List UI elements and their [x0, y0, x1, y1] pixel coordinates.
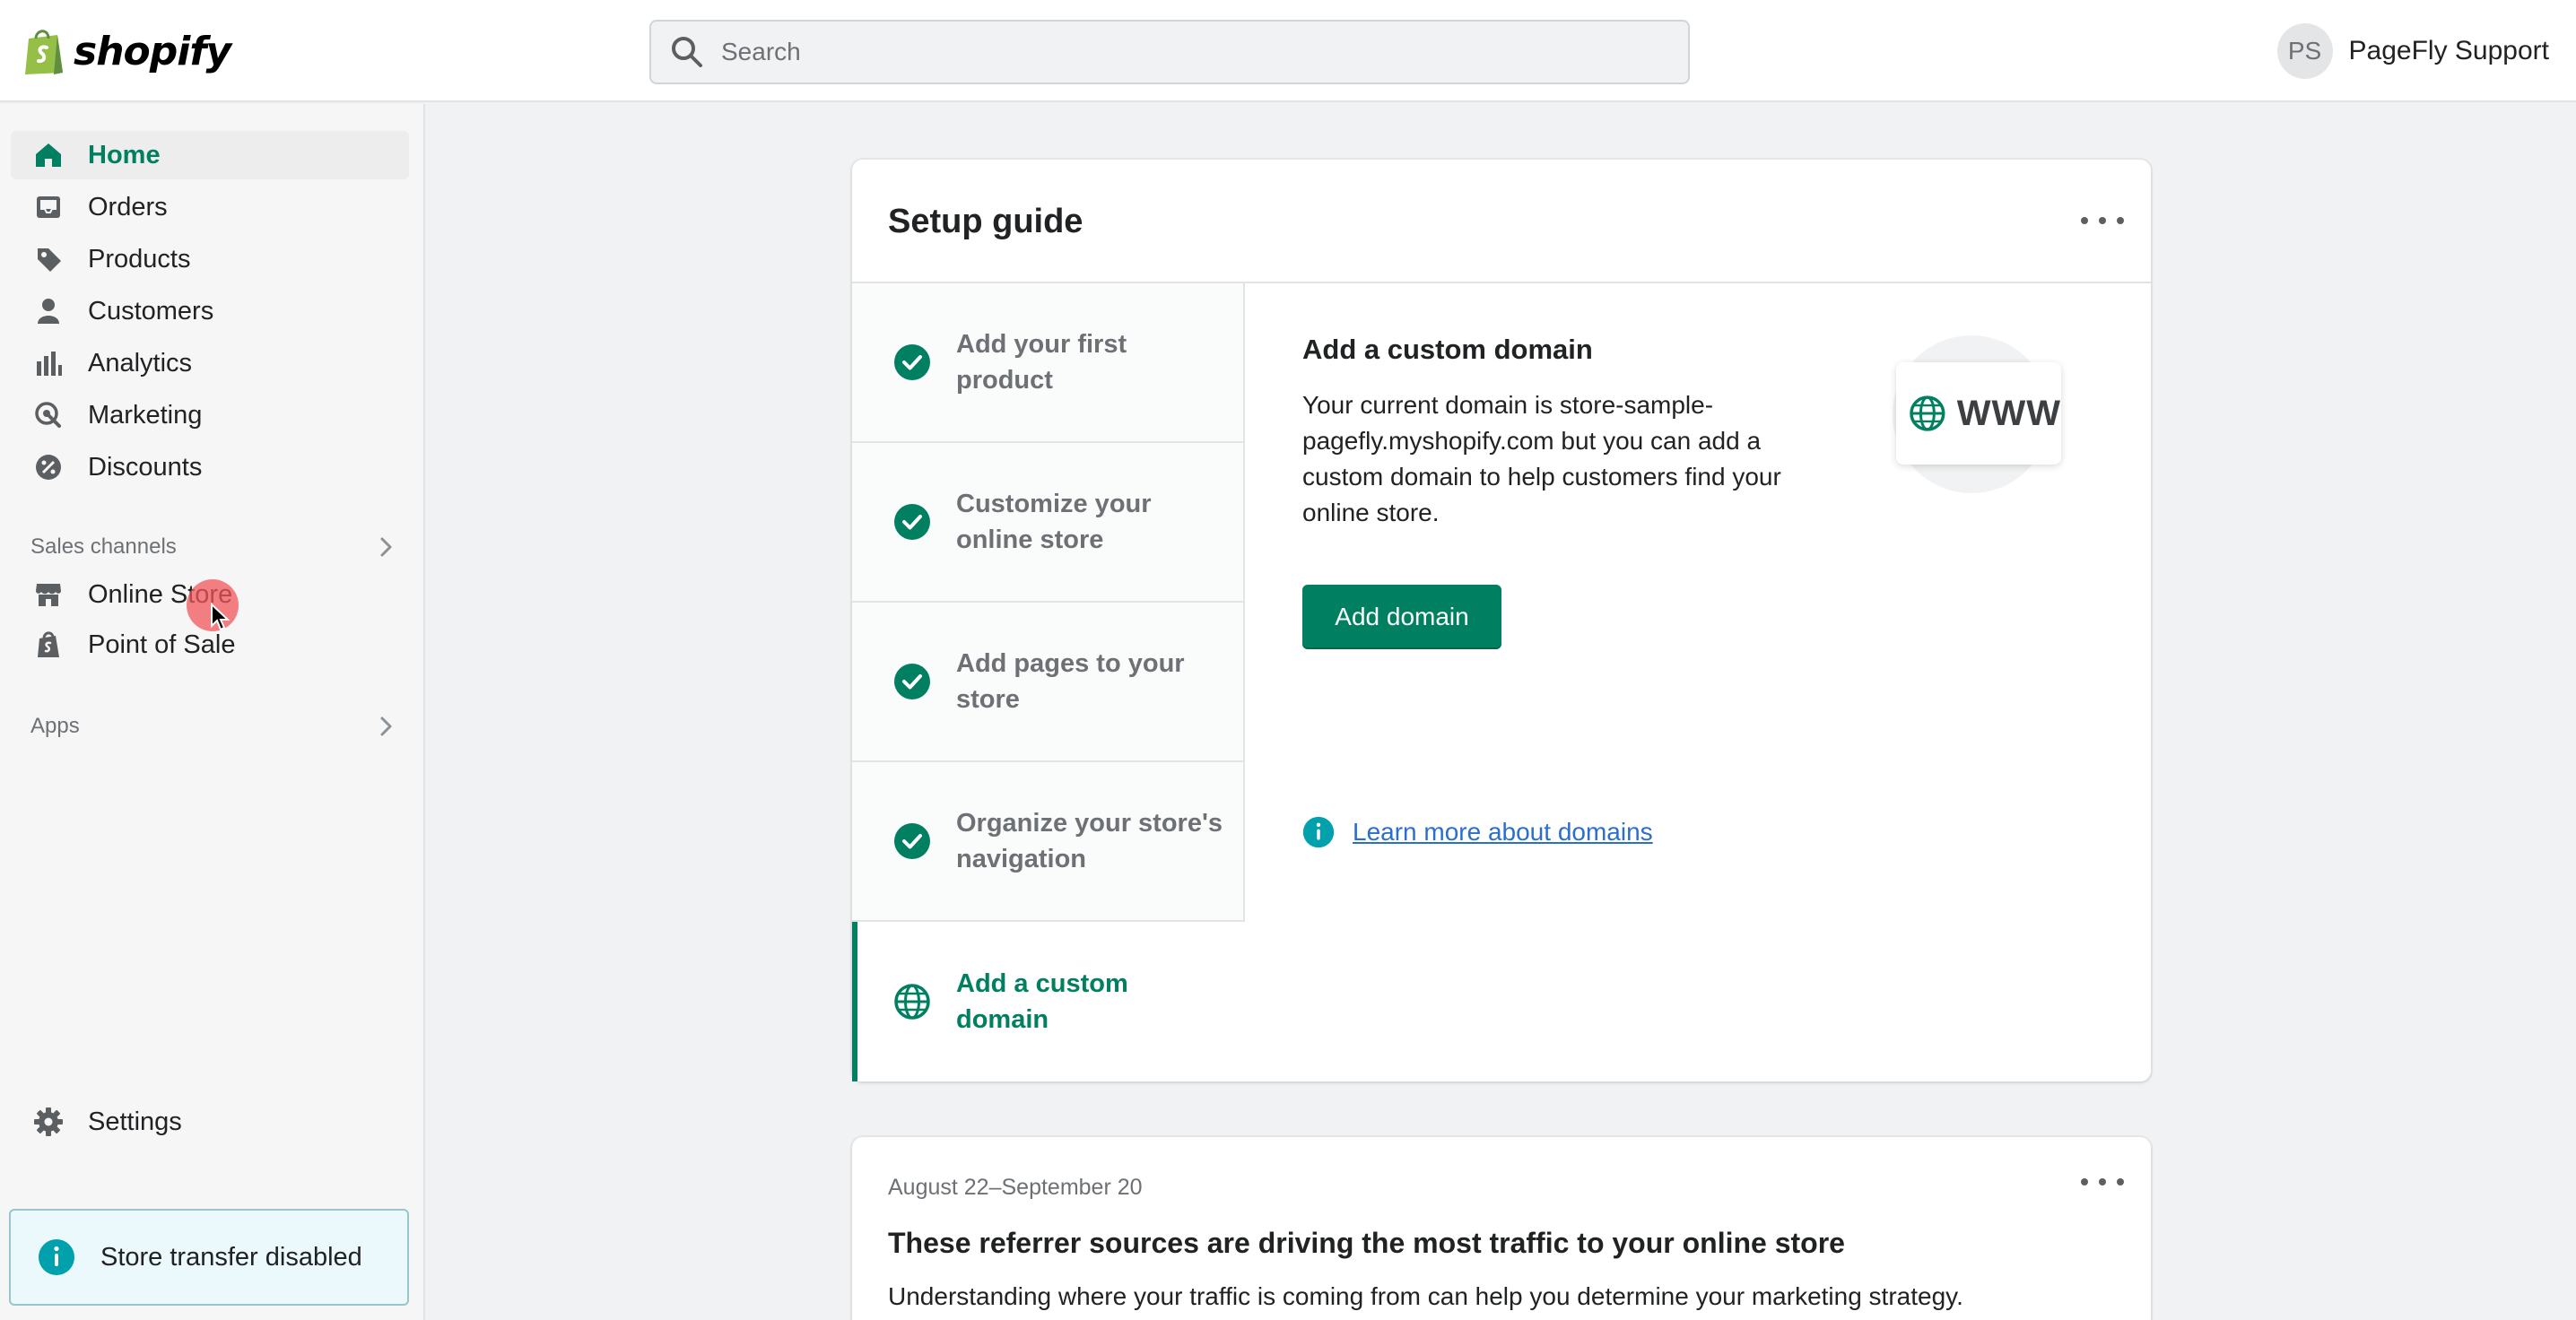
search-input[interactable] — [721, 38, 1618, 66]
brand-name: shopify — [74, 28, 231, 74]
learn-more-link[interactable]: Learn more about domains — [1353, 818, 1653, 847]
pos-bag-icon — [30, 627, 66, 663]
sidebar-item-home[interactable]: Home — [11, 131, 409, 179]
date-range: August 22–September 20 — [888, 1175, 1143, 1200]
gear-icon — [30, 1104, 66, 1140]
apps-header[interactable]: Apps — [30, 708, 398, 744]
user-name: PageFly Support — [2348, 36, 2549, 65]
sidebar-item-products[interactable]: Products — [11, 235, 409, 283]
add-domain-button[interactable]: Add domain — [1302, 585, 1501, 649]
checkmark-circle-icon — [894, 823, 930, 859]
sidebar-item-label: Marketing — [88, 400, 203, 430]
setup-guide-card: Setup guide Add your first product Custo… — [852, 160, 2151, 1081]
card-description: Understanding where your traffic is comi… — [888, 1282, 1963, 1310]
chevron-right-icon[interactable] — [373, 534, 398, 560]
detail-description: Your current domain is store-sample-page… — [1302, 391, 1781, 526]
step-label: Add pages to your store — [956, 649, 1185, 714]
sidebar-item-label: Discounts — [88, 452, 203, 482]
globe-icon — [1910, 395, 1945, 431]
sidebar-item-label: Point of Sale — [88, 630, 236, 659]
card-title: These referrer sources are driving the m… — [888, 1227, 1845, 1259]
sidebar-item-label: Home — [88, 140, 161, 169]
setup-step-add-product[interactable]: Add your first product — [852, 283, 1245, 443]
mouse-cursor-icon — [211, 603, 231, 631]
sidebar-item-label: Settings — [88, 1107, 182, 1136]
step-label: Add a custom domain — [956, 969, 1128, 1034]
learn-more-row: Learn more about domains — [1302, 814, 1653, 850]
more-actions-button[interactable] — [2081, 208, 2124, 233]
sidebar-item-orders[interactable]: Orders — [11, 183, 409, 231]
setup-step-customize-store[interactable]: Customize your online store — [852, 443, 1245, 603]
info-icon — [1302, 816, 1335, 848]
checkmark-circle-icon — [894, 664, 930, 699]
store-icon — [30, 577, 66, 612]
setup-step-custom-domain[interactable]: Add a custom domain — [852, 922, 1245, 1081]
discount-icon — [30, 449, 66, 485]
checkmark-circle-icon — [894, 344, 930, 380]
step-label: Organize your store's navigation — [956, 809, 1223, 873]
top-bar: shopify PS PageFly Support — [0, 0, 2576, 102]
sidebar-item-settings[interactable]: Settings — [11, 1098, 409, 1146]
traffic-sources-card: August 22–September 20 These referrer so… — [852, 1137, 2151, 1320]
sidebar-item-analytics[interactable]: Analytics — [11, 339, 409, 387]
search-bar[interactable] — [649, 20, 1690, 84]
chevron-right-icon[interactable] — [373, 714, 398, 739]
section-label: Apps — [30, 714, 80, 738]
step-label: Customize your online store — [956, 490, 1152, 554]
sales-channels-header[interactable]: Sales channels — [30, 529, 398, 565]
info-icon — [39, 1239, 74, 1275]
bar-chart-icon — [30, 345, 66, 381]
person-icon — [30, 293, 66, 329]
shopify-logo[interactable]: shopify — [22, 23, 231, 79]
home-icon — [30, 137, 66, 173]
sidebar-item-label: Products — [88, 244, 191, 274]
sidebar: Home Orders Products Customers Analytics… — [0, 104, 425, 1320]
sidebar-item-label: Analytics — [88, 348, 193, 378]
search-icon — [672, 37, 702, 67]
avatar: PS — [2276, 23, 2333, 79]
globe-icon — [894, 984, 930, 1020]
setup-step-navigation[interactable]: Organize your store's navigation — [852, 762, 1245, 922]
store-transfer-banner: Store transfer disabled — [9, 1209, 409, 1306]
sidebar-item-label: Customers — [88, 296, 214, 326]
www-badge: WWW — [1896, 362, 2061, 465]
sidebar-item-customers[interactable]: Customers — [11, 287, 409, 335]
setup-step-add-pages[interactable]: Add pages to your store — [852, 603, 1245, 762]
sidebar-item-label: Orders — [88, 192, 168, 221]
step-label: Add your first product — [956, 330, 1127, 395]
shopify-bag-icon — [25, 30, 63, 74]
section-label: Sales channels — [30, 534, 177, 559]
target-icon — [30, 397, 66, 433]
tag-icon — [30, 241, 66, 277]
more-actions-button[interactable] — [2081, 1169, 2124, 1194]
sidebar-item-discounts[interactable]: Discounts — [11, 443, 409, 491]
checkmark-circle-icon — [894, 504, 930, 540]
banner-text: Store transfer disabled — [100, 1242, 362, 1272]
inbox-icon — [30, 189, 66, 225]
sidebar-item-marketing[interactable]: Marketing — [11, 391, 409, 439]
card-title: Setup guide — [888, 203, 1083, 240]
user-menu[interactable]: PS PageFly Support — [2276, 23, 2549, 79]
www-text: WWW — [1956, 393, 2061, 433]
